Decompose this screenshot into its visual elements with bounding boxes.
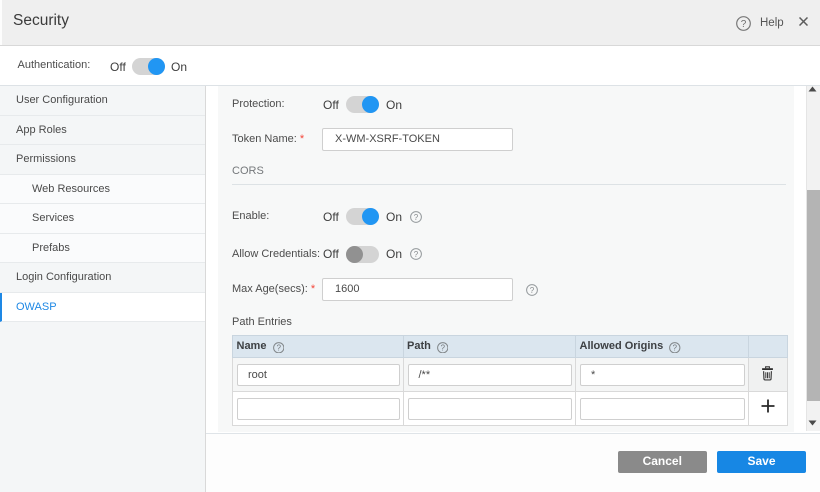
svg-text:?: ? [413, 250, 418, 259]
svg-text:?: ? [276, 343, 281, 352]
svg-text:?: ? [413, 213, 418, 222]
svg-text:?: ? [441, 343, 446, 352]
svg-text:?: ? [741, 19, 747, 30]
svg-text:?: ? [673, 343, 678, 352]
svg-text:?: ? [530, 286, 535, 295]
